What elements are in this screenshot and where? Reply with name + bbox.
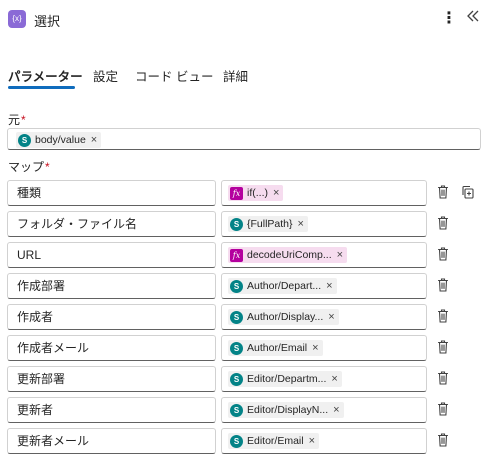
- map-row: 種類 fx if(...) ×: [0, 180, 486, 206]
- token-chip[interactable]: fx decodeUriComp... ×: [228, 247, 348, 263]
- from-label-text: 元: [8, 113, 21, 127]
- token-chip[interactable]: fx if(...) ×: [228, 185, 284, 201]
- tab-details[interactable]: 詳細: [223, 66, 248, 85]
- token-text: {FullPath}: [247, 218, 293, 230]
- tab-parameters[interactable]: パラメーター: [8, 66, 83, 85]
- sharepoint-icon: S: [18, 133, 31, 147]
- remove-token-icon[interactable]: ×: [331, 373, 337, 385]
- sharepoint-icon: S: [230, 217, 243, 231]
- token-chip[interactable]: S Editor/Email ×: [228, 433, 320, 449]
- token-text: Author/Display...: [247, 311, 324, 323]
- token-chip[interactable]: S Editor/Departm... ×: [228, 371, 342, 387]
- remove-token-icon[interactable]: ×: [312, 342, 318, 354]
- token-text: Editor/DisplayN...: [247, 404, 329, 416]
- delete-icon[interactable]: [436, 308, 450, 324]
- map-key-input[interactable]: URL: [7, 242, 216, 268]
- tab-list: パラメーター 設定 コード ビュー 詳細: [0, 62, 486, 90]
- delete-icon[interactable]: [436, 246, 450, 262]
- required-mark: *: [21, 113, 26, 127]
- map-value-input[interactable]: S Editor/DisplayN... ×: [221, 397, 427, 423]
- map-row: URL fx decodeUriComp... ×: [0, 242, 486, 268]
- sharepoint-icon: S: [230, 341, 243, 355]
- sharepoint-icon: S: [230, 403, 243, 417]
- map-value-input[interactable]: S Editor/Departm... ×: [221, 366, 427, 392]
- delete-icon[interactable]: [436, 277, 450, 293]
- map-value-input[interactable]: fx if(...) ×: [221, 180, 427, 206]
- token-chip[interactable]: S Editor/DisplayN... ×: [228, 402, 344, 418]
- collapse-panel-icon[interactable]: [465, 8, 481, 28]
- sharepoint-icon: S: [230, 279, 243, 293]
- map-key-input[interactable]: 更新者: [7, 397, 216, 423]
- map-row: 更新者 S Editor/DisplayN... ×: [0, 397, 486, 423]
- delete-icon[interactable]: [436, 184, 450, 200]
- token-text: decodeUriComp...: [247, 249, 332, 261]
- delete-icon[interactable]: [436, 215, 450, 231]
- panel-header: {x} 選択 ⋮: [0, 0, 486, 40]
- remove-token-icon[interactable]: ×: [309, 435, 315, 447]
- token-chip[interactable]: S Author/Display... ×: [228, 309, 339, 325]
- map-row: 更新部署 S Editor/Departm... ×: [0, 366, 486, 392]
- map-key-input[interactable]: 更新者メール: [7, 428, 216, 454]
- map-row: 作成者 S Author/Display... ×: [0, 304, 486, 330]
- variable-action-icon: {x}: [8, 10, 26, 28]
- remove-token-icon[interactable]: ×: [298, 218, 304, 230]
- remove-token-icon[interactable]: ×: [326, 280, 332, 292]
- delete-icon[interactable]: [436, 370, 450, 386]
- token-chip[interactable]: S {FullPath} ×: [228, 216, 308, 232]
- token-chip[interactable]: S body/value ×: [16, 132, 102, 148]
- duplicate-icon[interactable]: [460, 184, 476, 200]
- token-text: if(...): [247, 187, 268, 199]
- action-title[interactable]: 選択: [34, 11, 60, 30]
- token-chip[interactable]: S Author/Email ×: [228, 340, 323, 356]
- map-value-input[interactable]: S Author/Display... ×: [221, 304, 427, 330]
- expression-icon: fx: [230, 248, 243, 262]
- map-row: 作成部署 S Author/Depart... ×: [0, 273, 486, 299]
- tab-code-view[interactable]: コード ビュー: [135, 66, 213, 85]
- map-label: マップ*: [8, 158, 50, 175]
- map-value-input[interactable]: S Editor/Email ×: [221, 428, 427, 454]
- map-row: 更新者メール S Editor/Email ×: [0, 428, 486, 454]
- map-row: フォルダ・ファイル名 S {FullPath} ×: [0, 211, 486, 237]
- token-text: Author/Email: [247, 342, 308, 354]
- map-key-input[interactable]: 種類: [7, 180, 216, 206]
- from-label: 元*: [8, 111, 26, 128]
- remove-token-icon[interactable]: ×: [337, 249, 343, 261]
- remove-token-icon[interactable]: ×: [328, 311, 334, 323]
- expression-icon: fx: [230, 186, 243, 200]
- map-key-input[interactable]: フォルダ・ファイル名: [7, 211, 216, 237]
- map-key-input[interactable]: 作成者: [7, 304, 216, 330]
- delete-icon[interactable]: [436, 401, 450, 417]
- remove-token-icon[interactable]: ×: [333, 404, 339, 416]
- delete-icon[interactable]: [436, 339, 450, 355]
- required-mark: *: [45, 160, 50, 174]
- map-key-input[interactable]: 更新部署: [7, 366, 216, 392]
- map-value-input[interactable]: fx decodeUriComp... ×: [221, 242, 427, 268]
- sharepoint-icon: S: [230, 310, 243, 324]
- map-key-input[interactable]: 作成部署: [7, 273, 216, 299]
- from-input[interactable]: S body/value ×: [7, 128, 481, 150]
- sharepoint-icon: S: [230, 372, 243, 386]
- map-value-input[interactable]: S {FullPath} ×: [221, 211, 427, 237]
- map-key-input[interactable]: 作成者メール: [7, 335, 216, 361]
- token-text: Author/Depart...: [247, 280, 322, 292]
- token-text: Editor/Email: [247, 435, 304, 447]
- tab-settings[interactable]: 設定: [93, 66, 118, 85]
- token-text: Editor/Departm...: [247, 373, 327, 385]
- map-value-input[interactable]: S Author/Email ×: [221, 335, 427, 361]
- remove-token-icon[interactable]: ×: [273, 187, 279, 199]
- more-options-icon[interactable]: ⋮: [441, 9, 457, 29]
- active-tab-indicator: [8, 86, 75, 89]
- token-text: body/value: [35, 134, 86, 146]
- delete-icon[interactable]: [436, 432, 450, 448]
- map-label-text: マップ: [8, 160, 45, 174]
- sharepoint-icon: S: [230, 434, 243, 448]
- map-value-input[interactable]: S Author/Depart... ×: [221, 273, 427, 299]
- remove-token-icon[interactable]: ×: [91, 134, 97, 146]
- token-chip[interactable]: S Author/Depart... ×: [228, 278, 337, 294]
- map-row: 作成者メール S Author/Email ×: [0, 335, 486, 361]
